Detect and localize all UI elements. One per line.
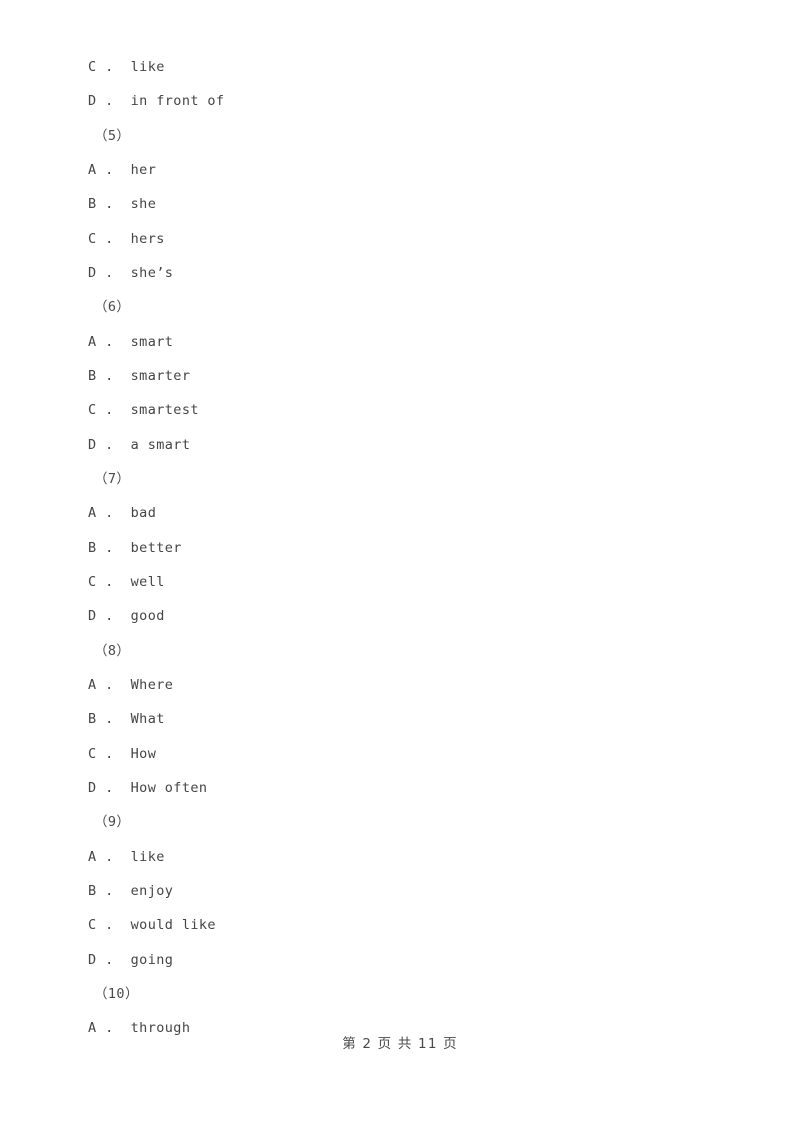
option-text: in front of	[130, 93, 225, 110]
option-separator: .	[105, 93, 114, 110]
option-text: smarter	[130, 367, 191, 384]
page-footer: 第 2 页 共 11 页	[342, 1036, 458, 1052]
question-number: （8）	[94, 642, 131, 659]
option-letter: C	[88, 745, 97, 762]
option-text: better	[130, 539, 182, 556]
option-separator: .	[105, 264, 114, 281]
option-letter: D	[88, 436, 97, 453]
option-separator: .	[105, 608, 114, 625]
option-letter: C	[88, 917, 97, 934]
option-text: What	[130, 711, 165, 728]
option-letter: B	[88, 196, 97, 213]
option-text: How often	[130, 779, 208, 796]
answer-option-a[interactable]: A . bad	[88, 496, 728, 530]
answer-option-d[interactable]: D . a smart	[88, 428, 728, 462]
option-letter: C	[88, 230, 97, 247]
option-letter: A	[88, 333, 97, 350]
answer-option-d[interactable]: D . How often	[88, 771, 728, 805]
option-text: like	[130, 59, 165, 75]
option-text: enjoy	[130, 882, 174, 899]
question-number: （6）	[94, 299, 131, 316]
option-letter: D	[88, 779, 97, 796]
answer-option-c[interactable]: C . smartest	[88, 393, 728, 427]
option-text: Where	[130, 676, 174, 693]
question-options-list: C . like D . in front of （5） A . her B . she…	[88, 50, 728, 1046]
option-text: she’s	[130, 264, 174, 281]
question-number: （5）	[94, 127, 131, 144]
option-separator: .	[105, 711, 114, 728]
option-letter: C	[88, 573, 97, 590]
answer-option-b[interactable]: B . she	[88, 187, 728, 221]
answer-option-a[interactable]: A . like	[88, 840, 728, 874]
question-number: （10）	[94, 985, 139, 1002]
answer-option-a[interactable]: A . Where	[88, 668, 728, 702]
option-separator: .	[105, 745, 114, 762]
option-separator: .	[105, 539, 114, 556]
option-text: How	[130, 745, 157, 762]
option-text: she	[130, 196, 157, 213]
option-separator: .	[105, 573, 114, 590]
answer-option-c[interactable]: C . How	[88, 737, 728, 771]
option-text: would like	[130, 917, 216, 934]
option-separator: .	[105, 436, 114, 453]
option-text: smart	[130, 333, 174, 350]
option-separator: .	[105, 196, 114, 213]
option-text: like	[130, 848, 165, 865]
option-text: bad	[130, 505, 157, 522]
option-separator: .	[105, 848, 114, 865]
answer-option-c[interactable]: C . like	[88, 50, 728, 84]
option-text: hers	[130, 230, 165, 247]
option-text: good	[130, 608, 165, 625]
answer-option-d[interactable]: D . going	[88, 943, 728, 977]
option-separator: .	[105, 333, 114, 350]
answer-option-d[interactable]: D . in front of	[88, 84, 728, 118]
answer-option-b[interactable]: B . What	[88, 702, 728, 736]
answer-option-d[interactable]: D . good	[88, 599, 728, 633]
option-separator: .	[105, 161, 114, 178]
option-separator: .	[105, 882, 114, 899]
option-letter: C	[88, 402, 97, 419]
answer-option-b[interactable]: B . enjoy	[88, 874, 728, 908]
option-separator: .	[105, 505, 114, 522]
answer-option-a[interactable]: A . smart	[88, 325, 728, 359]
question-number: （7）	[94, 470, 131, 487]
document-page: C . like D . in front of （5） A . her B . she…	[0, 0, 800, 1132]
option-letter: B	[88, 882, 97, 899]
option-text: her	[130, 161, 157, 178]
answer-option-c[interactable]: C . well	[88, 565, 728, 599]
question-number: （9）	[94, 814, 131, 831]
option-separator: .	[105, 951, 114, 968]
option-separator: .	[105, 779, 114, 796]
option-text: going	[130, 951, 174, 968]
option-separator: .	[105, 367, 114, 384]
option-separator: .	[105, 676, 114, 693]
answer-option-b[interactable]: B . better	[88, 531, 728, 565]
option-text: well	[130, 573, 165, 590]
option-letter: D	[88, 608, 97, 625]
answer-option-a[interactable]: A . her	[88, 153, 728, 187]
option-text: smartest	[130, 402, 199, 419]
option-letter: A	[88, 161, 97, 178]
option-letter: A	[88, 676, 97, 693]
option-letter: D	[88, 951, 97, 968]
option-separator: .	[105, 230, 114, 247]
answer-option-c[interactable]: C . would like	[88, 908, 728, 942]
option-separator: .	[105, 917, 114, 934]
option-letter: B	[88, 539, 97, 556]
answer-option-d[interactable]: D . she’s	[88, 256, 728, 290]
option-letter: D	[88, 93, 97, 110]
option-letter: A	[88, 505, 97, 522]
option-letter: B	[88, 367, 97, 384]
answer-option-b[interactable]: B . smarter	[88, 359, 728, 393]
answer-option-c[interactable]: C . hers	[88, 222, 728, 256]
option-letter: B	[88, 711, 97, 728]
option-separator: .	[105, 402, 114, 419]
option-letter: C	[88, 59, 97, 75]
option-separator: .	[105, 59, 114, 75]
option-letter: D	[88, 264, 97, 281]
option-text: a smart	[130, 436, 191, 453]
option-letter: A	[88, 848, 97, 865]
